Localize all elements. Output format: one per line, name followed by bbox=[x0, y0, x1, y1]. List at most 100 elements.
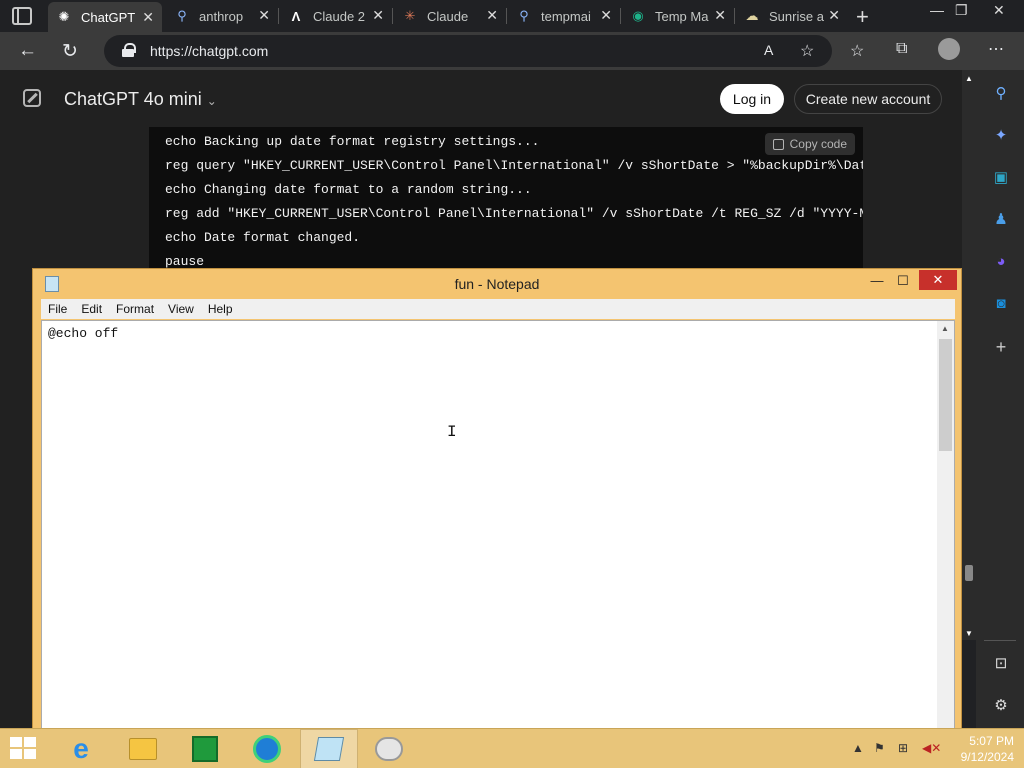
close-tab-icon[interactable]: ✕ bbox=[486, 8, 498, 22]
copy-code-button[interactable]: Copy code bbox=[764, 133, 855, 155]
close-tab-icon[interactable]: ✕ bbox=[714, 8, 726, 22]
tab-chatgpt[interactable]: ✺ ChatGPT ✕ bbox=[48, 2, 162, 32]
read-aloud-icon[interactable]: A bbox=[764, 42, 773, 58]
tab-claude[interactable]: ✳ Claude ✕ bbox=[394, 0, 506, 32]
close-tab-icon[interactable]: ✕ bbox=[142, 10, 154, 24]
model-selector[interactable]: ChatGPT 4o mini ⌄ bbox=[64, 89, 217, 110]
code-line: pause bbox=[165, 254, 205, 269]
notepad-content: @echo off bbox=[48, 326, 119, 341]
tab-separator bbox=[506, 8, 507, 24]
menu-help[interactable]: Help bbox=[201, 302, 240, 316]
favorites-icon[interactable]: ☆ bbox=[850, 41, 864, 61]
taskbar-edge[interactable] bbox=[238, 729, 296, 768]
notepad-titlebar[interactable]: fun - Notepad — ☐ ✕ bbox=[33, 269, 961, 299]
scroll-up-arrow-icon[interactable]: ▲ bbox=[941, 324, 949, 333]
new-tab-icon[interactable]: + bbox=[856, 4, 869, 30]
anthropic-icon: Λ bbox=[291, 8, 301, 24]
windows-logo-icon bbox=[10, 737, 38, 761]
close-window-icon[interactable]: ✕ bbox=[993, 2, 1005, 19]
create-account-button[interactable]: Create new account bbox=[794, 84, 942, 114]
text-cursor-icon: I bbox=[447, 423, 457, 441]
notepad-menubar: File Edit Format View Help bbox=[41, 299, 955, 319]
system-clock[interactable]: 5:07 PM 9/12/2024 bbox=[954, 733, 1014, 765]
scroll-up-arrow-icon[interactable]: ▲ bbox=[965, 74, 973, 83]
paint-icon bbox=[375, 737, 403, 761]
tab-separator bbox=[620, 8, 621, 24]
search-icon[interactable]: ⚲ bbox=[992, 84, 1010, 102]
profile-avatar-icon[interactable] bbox=[938, 38, 960, 60]
outlook-icon[interactable]: ◙ bbox=[992, 294, 1010, 312]
search-icon: ⚲ bbox=[177, 8, 187, 23]
code-line: reg add "HKEY_CURRENT_USER\Control Panel… bbox=[165, 206, 863, 221]
tab-actions-icon[interactable] bbox=[12, 7, 32, 25]
taskbar-store[interactable] bbox=[176, 729, 234, 768]
edge-sidebar: ⚲ ✦ ▣ ♟ ◕ ◙ + ⊡ ⚙ bbox=[976, 70, 1024, 730]
action-center-flag-icon[interactable]: ⚑ bbox=[874, 741, 885, 755]
shopping-icon[interactable]: ▣ bbox=[992, 168, 1010, 186]
scrollbar-thumb[interactable] bbox=[965, 565, 973, 581]
hide-sidebar-icon[interactable]: ⊡ bbox=[992, 654, 1010, 672]
games-icon[interactable]: ◕ bbox=[992, 252, 1010, 270]
notepad-icon bbox=[313, 737, 345, 761]
lock-icon[interactable] bbox=[122, 43, 136, 57]
show-hidden-icons-icon[interactable]: ▲ bbox=[852, 741, 864, 755]
menu-edit[interactable]: Edit bbox=[74, 302, 109, 316]
back-arrow-icon[interactable]: ← bbox=[18, 40, 37, 62]
code-line: echo Changing date format to a random st… bbox=[165, 182, 532, 197]
tab-anthropic-search[interactable]: ⚲ anthrop ✕ bbox=[166, 0, 278, 32]
tab-sunrise[interactable]: ☁ Sunrise a ✕ bbox=[736, 0, 848, 32]
network-icon[interactable]: ⊞ bbox=[898, 741, 908, 755]
code-line: echo Date format changed. bbox=[165, 230, 361, 245]
menu-view[interactable]: View bbox=[161, 302, 201, 316]
taskbar-file-explorer[interactable] bbox=[114, 729, 172, 768]
close-tab-icon[interactable]: ✕ bbox=[600, 8, 612, 22]
close-tab-icon[interactable]: ✕ bbox=[258, 8, 270, 22]
more-menu-icon[interactable]: ⋯ bbox=[988, 39, 1004, 59]
internet-explorer-icon: e bbox=[73, 733, 89, 764]
settings-gear-icon[interactable]: ⚙ bbox=[992, 696, 1010, 714]
volume-muted-icon[interactable]: ◀✕ bbox=[922, 741, 941, 755]
code-line: reg query "HKEY_CURRENT_USER\Control Pan… bbox=[165, 158, 863, 173]
collections-icon[interactable]: ⧉ bbox=[896, 40, 907, 58]
screen: ✺ ChatGPT ✕ ⚲ anthrop ✕ Λ Claude 2 ✕ ✳ C… bbox=[0, 0, 1024, 768]
tab-separator bbox=[278, 8, 279, 24]
scrollbar-thumb[interactable] bbox=[939, 339, 952, 451]
add-favorite-icon[interactable]: ☆ bbox=[800, 41, 814, 61]
minimize-icon[interactable]: — bbox=[930, 2, 944, 18]
add-sidebar-app-icon[interactable]: + bbox=[992, 337, 1010, 357]
minimize-icon[interactable]: — bbox=[867, 273, 887, 291]
login-button[interactable]: Log in bbox=[720, 84, 784, 114]
close-tab-icon[interactable]: ✕ bbox=[828, 8, 840, 22]
copilot-icon[interactable]: ✦ bbox=[992, 126, 1010, 144]
tab-claude-2[interactable]: Λ Claude 2 ✕ bbox=[280, 0, 392, 32]
address-bar[interactable]: https://chatgpt.com A ☆ bbox=[104, 35, 832, 67]
tab-tempmail-search[interactable]: ⚲ tempmai ✕ bbox=[508, 0, 620, 32]
notepad-text-area[interactable]: @echo off ▲ bbox=[41, 320, 955, 739]
taskbar-notepad[interactable] bbox=[300, 729, 358, 768]
sidebar-divider bbox=[984, 640, 1016, 641]
tab-temp-mail[interactable]: ◉ Temp Ma ✕ bbox=[622, 0, 734, 32]
maximize-icon[interactable]: ☐ bbox=[893, 273, 913, 291]
restore-icon[interactable]: ❐ bbox=[955, 2, 968, 19]
close-tab-icon[interactable]: ✕ bbox=[372, 8, 384, 22]
new-chat-icon[interactable] bbox=[23, 89, 41, 107]
tempmail-icon: ◉ bbox=[632, 8, 644, 23]
page-scrollbar[interactable]: ▲ ▼ bbox=[962, 70, 976, 640]
edge-icon bbox=[253, 735, 281, 763]
notepad-window: fun - Notepad — ☐ ✕ File Edit Format Vie… bbox=[32, 268, 962, 739]
refresh-icon[interactable]: ↻ bbox=[62, 40, 78, 63]
store-icon bbox=[192, 736, 218, 762]
claude-icon: ✳ bbox=[404, 8, 416, 23]
menu-file[interactable]: File bbox=[41, 302, 74, 316]
menu-format[interactable]: Format bbox=[109, 302, 161, 316]
notepad-title: fun - Notepad bbox=[454, 276, 540, 292]
start-button[interactable] bbox=[0, 729, 48, 768]
taskbar-paint[interactable] bbox=[360, 729, 418, 768]
tab-separator bbox=[734, 8, 735, 24]
notepad-scrollbar[interactable]: ▲ bbox=[937, 321, 954, 738]
tools-icon[interactable]: ♟ bbox=[992, 210, 1010, 228]
taskbar-internet-explorer[interactable]: e bbox=[52, 729, 110, 768]
scroll-down-arrow-icon[interactable]: ▼ bbox=[965, 629, 973, 638]
close-icon[interactable]: ✕ bbox=[919, 270, 957, 290]
sunrise-icon: ☁ bbox=[745, 8, 759, 23]
